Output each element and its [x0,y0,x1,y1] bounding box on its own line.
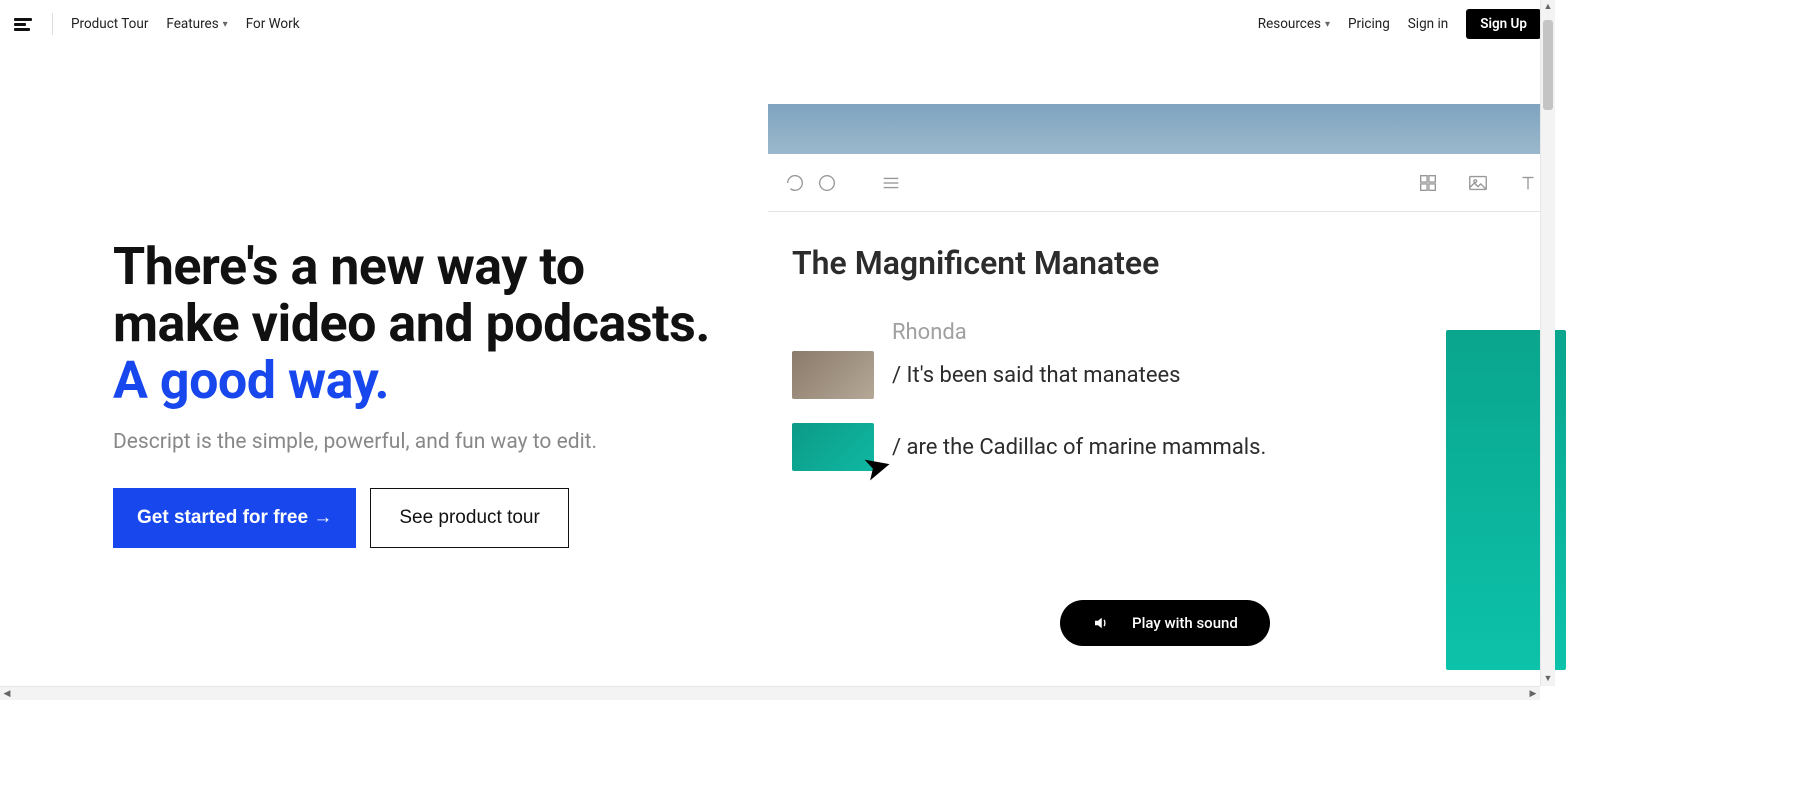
demo-doc-title: The Magnificent Manatee [792,244,1531,282]
circle-icon[interactable] [816,172,838,194]
play-sound-label: Play with sound [1132,614,1238,632]
headline-main: There's a new way to make video and podc… [113,236,710,354]
speaker-icon [1092,614,1110,632]
nav-for-work[interactable]: For Work [246,16,300,32]
top-navbar: Product Tour Features ▾ For Work Resourc… [0,0,1555,48]
nav-features[interactable]: Features ▾ [166,16,227,32]
undo-icon[interactable] [784,172,806,194]
transcript-text: / It's been said that manatees [892,363,1181,388]
chevron-down-icon: ▾ [1325,19,1330,30]
demo-video-frame [768,104,1555,154]
transcript-text: / are the Cadillac of marine mammals. [892,435,1266,460]
scroll-left-icon[interactable]: ◀ [0,687,14,700]
image-icon[interactable] [1467,172,1489,194]
menu-icon[interactable] [880,172,902,194]
divider [52,13,53,35]
transcript-line[interactable]: / are the Cadillac of marine mammals. [792,423,1531,471]
grid-icon[interactable] [1417,172,1439,194]
horizontal-scrollbar[interactable]: ◀ ▶ [0,686,1540,700]
brand-logo-icon[interactable] [14,14,34,34]
scroll-down-icon[interactable]: ▼ [1541,672,1555,686]
sign-up-button[interactable]: Sign Up [1466,9,1541,39]
nav-resources[interactable]: Resources ▾ [1258,16,1330,32]
nav-pricing[interactable]: Pricing [1348,16,1390,32]
transcript-line[interactable]: / It's been said that manatees [792,351,1531,399]
hero-headline: There's a new way to make video and podc… [113,238,720,410]
scroll-up-icon[interactable]: ▲ [1541,0,1555,14]
hero-subhead: Descript is the simple, powerful, and fu… [113,430,720,454]
speaker-label: Rhonda [892,320,1531,345]
demo-toolbar [768,154,1555,212]
chevron-down-icon: ▾ [223,19,228,30]
nav-product-tour[interactable]: Product Tour [71,16,148,32]
nav-resources-label: Resources [1258,16,1321,32]
nav-sign-in[interactable]: Sign in [1408,16,1448,32]
vertical-scrollbar[interactable]: ▲ ▼ [1540,0,1555,686]
get-started-button[interactable]: Get started for free → [113,488,356,548]
demo-preview: The Magnificent Manatee Rhonda / It's be… [768,104,1555,660]
scroll-right-icon[interactable]: ▶ [1526,687,1540,700]
nav-features-label: Features [166,16,218,32]
text-icon[interactable] [1517,172,1539,194]
headline-accent: A good way. [113,350,389,411]
product-tour-button[interactable]: See product tour [370,488,568,548]
clip-thumbnail[interactable] [792,351,874,399]
scroll-thumb[interactable] [1543,20,1553,110]
play-with-sound-button[interactable]: Play with sound [1060,600,1270,646]
